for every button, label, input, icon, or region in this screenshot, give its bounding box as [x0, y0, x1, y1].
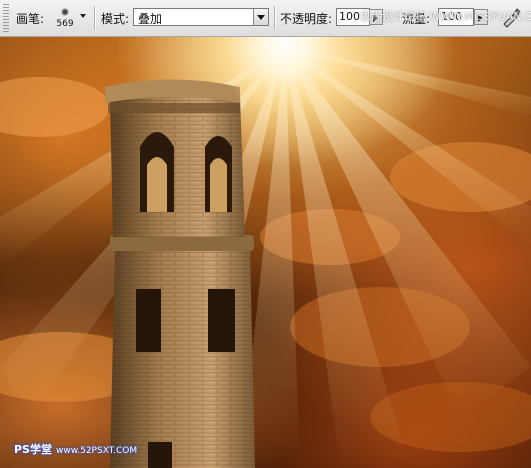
mode-label: 模式:	[101, 12, 130, 26]
tower	[105, 79, 255, 468]
brush-size-value: 569	[56, 19, 74, 29]
toolbar-grip[interactable]	[3, 4, 9, 32]
brush-preset-picker[interactable]: 569	[52, 2, 78, 32]
brush-label: 画笔:	[16, 12, 45, 26]
logo-brand: PS学堂	[14, 443, 52, 456]
dropdown-arrow-icon[interactable]	[80, 14, 86, 18]
flow-slider-arrow-icon[interactable]	[474, 9, 488, 25]
toolbar-divider	[94, 6, 95, 30]
blend-mode-select[interactable]: 叠加	[133, 8, 269, 26]
logo-site: www.52PSXT.COM	[55, 446, 138, 456]
flow-input[interactable]: 100	[438, 8, 474, 26]
airbrush-icon[interactable]	[500, 6, 522, 28]
options-bar: 画笔: 569 模式: 叠加 不透明度: 100 流量: 100 思缘设计论坛 …	[0, 0, 531, 37]
site-logo: PS学堂 www.52PSXT.COM	[14, 441, 137, 457]
artwork	[0, 37, 531, 468]
opacity-slider-arrow-icon[interactable]	[369, 9, 383, 25]
toolbar-divider	[274, 6, 275, 30]
brush-preview-icon	[61, 8, 69, 16]
opacity-label: 不透明度:	[280, 12, 333, 26]
chevron-down-icon[interactable]	[253, 9, 268, 25]
flow-label: 流量:	[402, 12, 431, 26]
document-canvas[interactable]: PS学堂 www.52PSXT.COM	[0, 37, 531, 468]
blend-mode-value: 叠加	[138, 12, 163, 26]
opacity-input[interactable]: 100	[336, 8, 370, 26]
